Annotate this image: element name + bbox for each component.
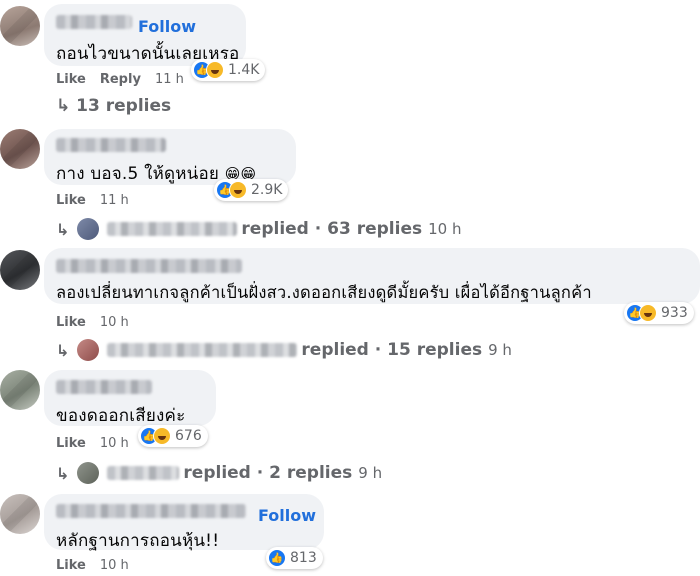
reply-arrow-icon: ↳ [56,219,70,239]
reaction-count: 813 [290,550,317,566]
reply-time: 9 h [358,464,383,482]
timestamp[interactable]: 11 h [100,193,129,208]
view-replies[interactable]: ↳ replied · 15 replies 9 h [56,339,512,361]
comment-actions: Like 10 h [56,436,129,451]
avatar[interactable] [0,250,40,290]
replier-name-blurred [107,222,238,236]
reaction-summary[interactable]: 👍 676 [138,425,208,447]
comment-actions: Like 10 h [56,315,129,330]
timestamp[interactable]: 10 h [100,436,129,451]
reaction-count: 933 [661,305,688,321]
comment-bubble: Follow หลักฐานการถอนหุ้น!! [44,494,324,551]
reply-avatar [77,218,100,240]
reaction-count: 676 [175,428,202,444]
replies-label: ↳ 13 replies [56,96,172,116]
replied-label: replied · 15 replies [301,340,483,360]
comment-bubble: ของดออกเสียงค่ะ [44,370,216,426]
reaction-summary[interactable]: 👍 813 [266,547,323,569]
like-reaction-icon: 👍 [268,549,286,567]
like-button[interactable]: Like [56,315,86,330]
comment-actions: Like 11 h [56,193,129,208]
replier-name-blurred [107,466,180,480]
follow-button[interactable]: Follow [138,17,196,36]
replier-name-blurred [107,343,298,357]
like-button[interactable]: Like [56,558,86,573]
avatar[interactable] [0,129,40,169]
like-button[interactable]: Like [56,72,86,87]
haha-reaction-icon [206,61,224,79]
like-button[interactable]: Like [56,193,86,208]
avatar[interactable] [0,370,40,410]
comment-actions: Like Reply 11 h [56,72,184,87]
reply-arrow-icon: ↳ [56,463,70,483]
replied-label: replied · 2 replies [183,463,353,483]
reaction-count: 2.9K [251,182,283,198]
view-replies[interactable]: ↳ replied · 2 replies 9 h [56,462,382,484]
timestamp[interactable]: 10 h [100,315,129,330]
like-button[interactable]: Like [56,436,86,451]
author-name-blurred[interactable] [56,15,132,29]
author-name-blurred[interactable] [56,259,242,273]
avatar[interactable] [0,494,40,534]
reply-arrow-icon: ↳ [56,340,70,360]
reply-button[interactable]: Reply [100,72,141,87]
haha-reaction-icon [153,427,171,445]
avatar[interactable] [0,6,40,46]
reply-time: 10 h [428,220,462,238]
view-replies[interactable]: ↳ 13 replies [56,96,171,116]
reaction-summary[interactable]: 👍 933 [624,302,694,324]
comment-bubble: Follow ถอนไวขนาดนั้นเลยเหรอ [44,4,246,66]
reply-avatar [77,339,100,361]
reply-avatar [77,462,100,484]
follow-button[interactable]: Follow [258,506,316,525]
reply-time: 9 h [488,341,512,359]
author-name-blurred[interactable] [56,504,246,518]
comment-text: ลองเปลี่ยนทาเกจลูกค้าเป็นฝั่งสว.งดออกเสี… [56,283,592,302]
haha-reaction-icon [639,304,657,322]
comment-bubble: กาง บอจ.5 ให้ดูหน่อย 😁😁 [44,129,296,185]
replied-label: replied · 63 replies [241,219,423,239]
comment-actions: Like 10 h [56,558,129,573]
comment-bubble: ลองเปลี่ยนทาเกจลูกค้าเป็นฝั่งสว.งดออกเสี… [44,248,700,304]
comment-text-body: กาง บอจ.5 ให้ดูหน่อย [56,164,220,184]
haha-reaction-icon [229,181,247,199]
reaction-summary[interactable]: 👍 2.9K [214,179,289,201]
reaction-summary[interactable]: 👍 1.4K [191,59,266,81]
reaction-count: 1.4K [228,62,260,78]
comment-text: หลักฐานการถอนหุ้น!! [56,531,220,551]
view-replies[interactable]: ↳ replied · 63 replies 10 h [56,218,461,240]
author-name-blurred[interactable] [56,138,166,152]
author-name-blurred[interactable] [56,380,152,394]
timestamp[interactable]: 10 h [100,558,129,573]
timestamp[interactable]: 11 h [155,72,184,87]
